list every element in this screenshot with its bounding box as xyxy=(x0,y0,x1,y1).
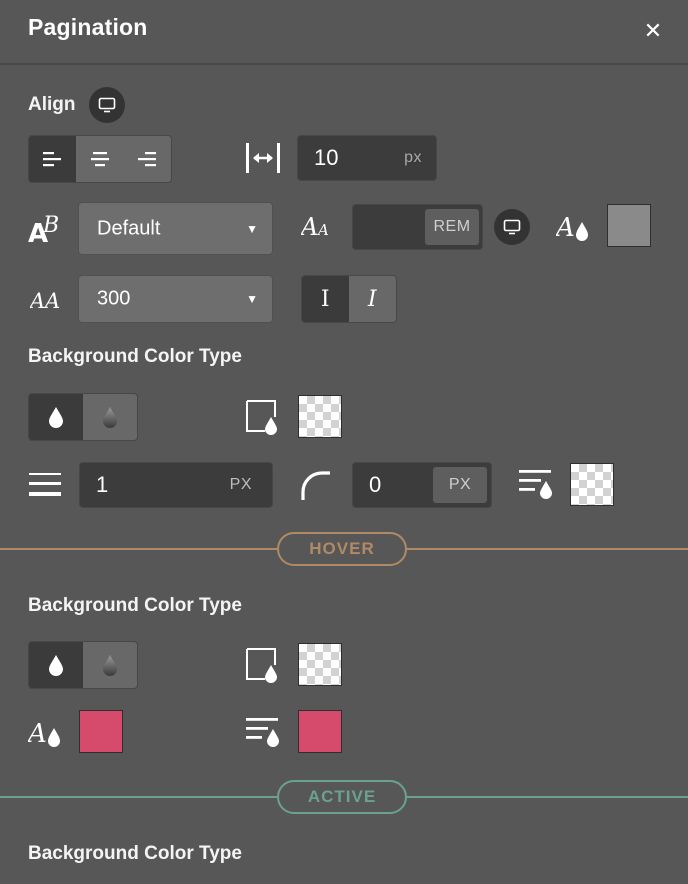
monitor-icon[interactable] xyxy=(494,209,530,245)
svg-text:A: A xyxy=(301,213,318,240)
spacing-input[interactable]: 10 px xyxy=(297,135,437,181)
bg-color-type-label: Background Color Type xyxy=(28,346,242,367)
font-weight-select[interactable]: 300 ▼ xyxy=(78,275,273,323)
font-family-select[interactable]: Default ▼ xyxy=(78,202,273,255)
background-color-icon xyxy=(245,647,281,683)
solid-drop-icon[interactable] xyxy=(29,394,83,440)
gradient-drop-icon[interactable] xyxy=(83,642,138,688)
border-width-input[interactable]: 1 PX xyxy=(79,462,273,508)
chevron-down-icon: ▼ xyxy=(246,292,258,306)
hover-bg-color-type-control xyxy=(28,641,138,689)
font-style-normal-button[interactable]: I xyxy=(302,276,349,322)
svg-text:A: A xyxy=(316,221,329,239)
font-size-unit[interactable]: REM xyxy=(425,209,479,245)
border-width-value: 1 xyxy=(96,472,109,497)
align-segmented-control xyxy=(28,135,172,183)
border-radius-unit[interactable]: PX xyxy=(433,467,487,503)
panel-title: Pagination xyxy=(28,14,148,40)
text-color-swatch[interactable] xyxy=(607,204,651,247)
border-width-icon xyxy=(28,472,62,498)
active-badge: ACTIVE xyxy=(277,780,407,814)
spacing-unit[interactable]: px xyxy=(404,149,422,167)
hover-border-color-swatch[interactable] xyxy=(298,710,342,753)
font-style-segmented-control: I I xyxy=(301,275,397,323)
header-divider xyxy=(0,63,688,65)
border-radius-value: 0 xyxy=(369,472,382,497)
font-family-value: Default xyxy=(97,217,161,239)
svg-text:A: A xyxy=(556,213,575,243)
solid-drop-icon[interactable] xyxy=(29,642,83,688)
border-color-icon xyxy=(518,468,554,500)
font-weight-value: 300 xyxy=(97,287,131,310)
svg-text:B: B xyxy=(42,213,59,238)
hover-badge: HOVER xyxy=(277,532,407,566)
monitor-icon[interactable] xyxy=(89,87,125,123)
border-width-unit[interactable]: PX xyxy=(230,476,252,494)
hover-bg-color-swatch[interactable] xyxy=(298,643,342,686)
align-center-icon[interactable] xyxy=(76,136,124,182)
close-icon[interactable]: ✕ xyxy=(640,18,666,44)
active-bg-color-type-label: Background Color Type xyxy=(28,843,242,864)
horizontal-spacing-icon xyxy=(245,141,281,175)
font-weight-icon: AA xyxy=(30,286,64,312)
border-color-swatch[interactable] xyxy=(570,463,614,506)
border-radius-input[interactable]: 0 PX xyxy=(352,462,492,508)
spacing-value: 10 xyxy=(314,145,339,170)
svg-text:A: A xyxy=(30,289,45,312)
gradient-drop-icon[interactable] xyxy=(83,394,138,440)
align-left-icon[interactable] xyxy=(29,136,76,182)
border-color-icon xyxy=(245,716,281,748)
align-right-icon[interactable] xyxy=(123,136,171,182)
font-family-icon: AB xyxy=(28,210,64,244)
svg-text:A: A xyxy=(28,719,47,749)
background-color-icon xyxy=(245,399,281,435)
text-color-icon: A xyxy=(28,716,62,750)
font-size-icon: AA xyxy=(301,212,335,240)
svg-text:A: A xyxy=(43,289,60,312)
bg-color-type-control xyxy=(28,393,138,441)
bg-color-swatch[interactable] xyxy=(298,395,342,438)
font-style-italic-button[interactable]: I xyxy=(349,276,397,322)
text-color-icon: A xyxy=(556,210,590,244)
hover-bg-color-type-label: Background Color Type xyxy=(28,595,242,616)
chevron-down-icon: ▼ xyxy=(246,221,258,236)
font-size-input[interactable]: REM xyxy=(352,204,483,250)
border-radius-icon xyxy=(300,470,332,502)
align-label: Align xyxy=(28,94,76,115)
hover-text-color-swatch[interactable] xyxy=(79,710,123,753)
